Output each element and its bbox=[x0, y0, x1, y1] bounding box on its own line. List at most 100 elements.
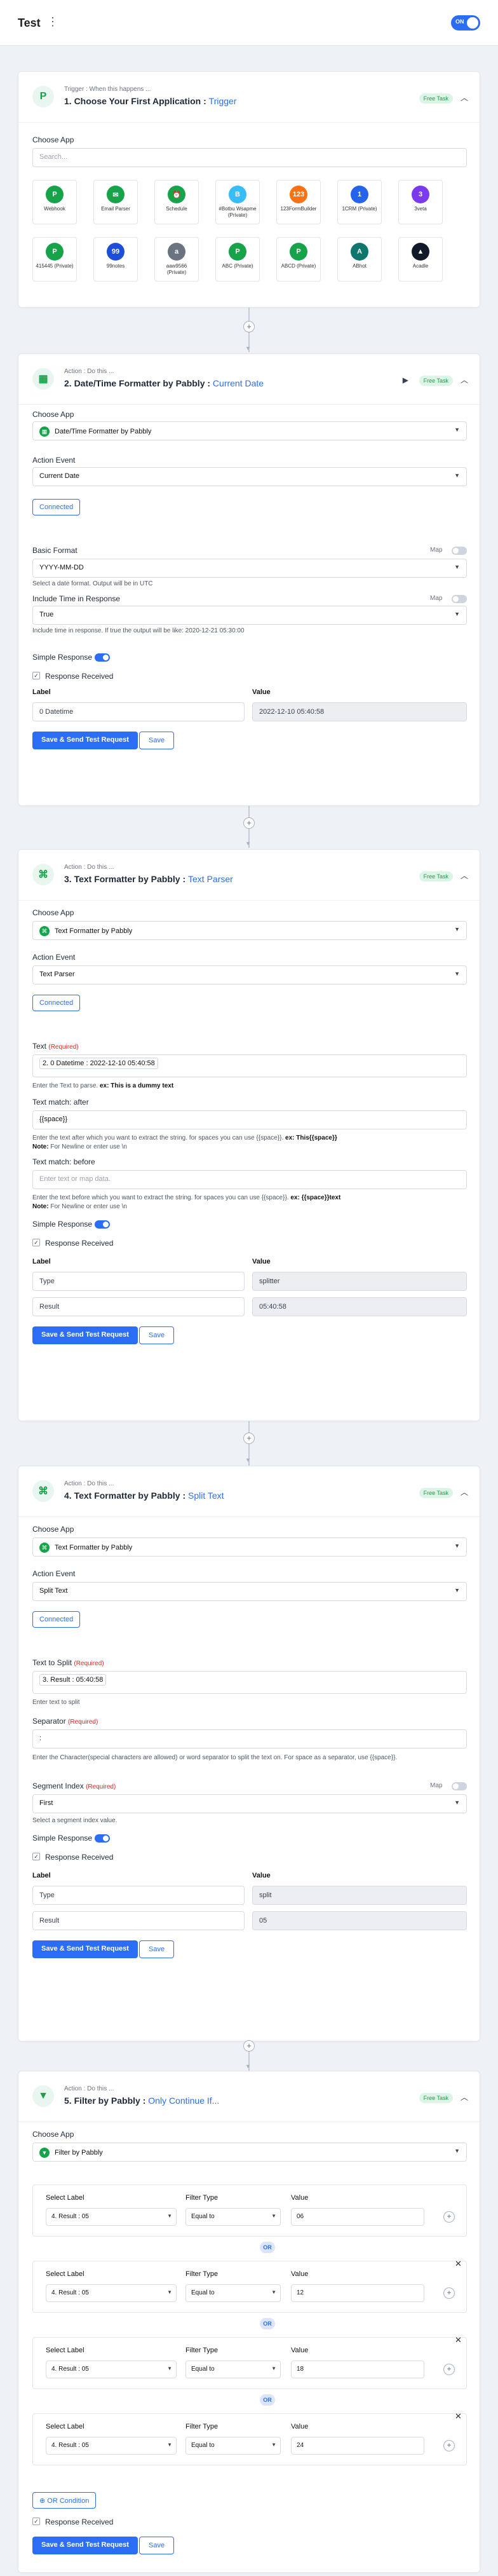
select-label-dropdown[interactable]: 4. Result : 05 ▼ bbox=[46, 2284, 177, 2302]
select-label-dropdown[interactable]: 4. Result : 05 ▼ bbox=[46, 2437, 177, 2455]
app-select[interactable]: ▼ Filter by Pabbly ▼ bbox=[32, 2143, 467, 2162]
video-icon[interactable]: ▶ bbox=[403, 376, 408, 385]
add-step-button[interactable]: + bbox=[243, 321, 255, 332]
action-event-select[interactable]: Text Parser ▼ bbox=[32, 965, 467, 985]
step5-header[interactable]: ▼ Action : Do this ... 5. Filter by Pabb… bbox=[18, 2071, 480, 2122]
app-tile[interactable]: ▲ Acadle bbox=[398, 237, 443, 282]
app-logo-icon: P bbox=[46, 186, 64, 203]
map-label: Map bbox=[430, 595, 443, 602]
save-send-test-button[interactable]: Save & Send Test Request bbox=[32, 1940, 138, 1958]
app-search-input[interactable]: Search... bbox=[32, 148, 467, 167]
app-tile[interactable]: P ABCD (Private) bbox=[276, 237, 321, 282]
free-task-badge: Free Task bbox=[419, 376, 453, 386]
action-event-select[interactable]: Current Date ▼ bbox=[32, 467, 467, 486]
more-menu-icon[interactable]: ⋮ bbox=[47, 15, 58, 29]
save-button[interactable]: Save bbox=[139, 2537, 175, 2554]
simple-response-toggle[interactable] bbox=[95, 1834, 110, 1843]
app-tile[interactable]: P Webhook bbox=[32, 180, 77, 224]
step2-header[interactable]: ▦ Action : Do this ... 2. Date/Time Form… bbox=[18, 354, 480, 405]
before-input[interactable]: Enter text or map data. bbox=[32, 1170, 467, 1189]
collapse-checkbox[interactable]: ✓ bbox=[32, 2518, 40, 2525]
app-select[interactable]: ▦ Date/Time Formatter by Pabbly ▼ bbox=[32, 421, 467, 440]
add-step-button[interactable]: + bbox=[243, 2040, 255, 2052]
caret-down-icon: ▼ bbox=[271, 2289, 276, 2295]
value-input[interactable]: 12 bbox=[291, 2284, 424, 2302]
close-icon[interactable]: ✕ bbox=[455, 2335, 462, 2345]
app-tile[interactable]: 123 123FormBuilder bbox=[276, 180, 321, 224]
close-icon[interactable]: ✕ bbox=[455, 2411, 462, 2422]
collapse-checkbox[interactable]: ✓ bbox=[32, 1853, 40, 1860]
workflow-toggle[interactable]: ON bbox=[451, 15, 480, 31]
save-send-test-button[interactable]: Save & Send Test Request bbox=[32, 2537, 138, 2554]
collapse-checkbox[interactable]: ✓ bbox=[32, 1239, 40, 1246]
map-toggle[interactable] bbox=[452, 547, 467, 555]
chevron-up-icon[interactable]: ︿ bbox=[461, 92, 468, 103]
step-kicker: Action : Do this ... bbox=[64, 864, 114, 871]
step3-header[interactable]: ⌘ Action : Do this ... 3. Text Formatter… bbox=[18, 850, 480, 901]
workflow-title[interactable]: Test bbox=[18, 17, 41, 30]
add-and-condition-button[interactable]: + bbox=[443, 2364, 455, 2375]
save-send-test-button[interactable]: Save & Send Test Request bbox=[32, 1326, 138, 1344]
or-condition-button[interactable]: ⊕ OR Condition bbox=[32, 2492, 97, 2509]
connected-button[interactable]: Connected bbox=[32, 499, 81, 515]
add-step-button[interactable]: + bbox=[243, 817, 255, 829]
action-event-select[interactable]: Split Text ▼ bbox=[32, 1582, 467, 1601]
add-step-button[interactable]: + bbox=[243, 1433, 255, 1444]
connected-button[interactable]: Connected bbox=[32, 1611, 81, 1628]
select-label-dropdown[interactable]: 4. Result : 05 ▼ bbox=[46, 2361, 177, 2378]
select-label-dropdown[interactable]: 4. Result : 05 ▼ bbox=[46, 2208, 177, 2226]
app-select[interactable]: ⌘ Text Formatter by Pabbly ▼ bbox=[32, 921, 467, 940]
save-send-test-button[interactable]: Save & Send Test Request bbox=[32, 732, 138, 749]
save-button[interactable]: Save bbox=[139, 1326, 175, 1344]
separator-label: Separator (Required) bbox=[32, 1717, 98, 1726]
app-tile[interactable]: ✉ Email Parser bbox=[93, 180, 138, 224]
app-name: 1CRM (Private) bbox=[342, 206, 377, 212]
filter-type-dropdown[interactable]: Equal to ▼ bbox=[185, 2208, 281, 2226]
add-and-condition-button[interactable]: + bbox=[443, 2440, 455, 2451]
value-input[interactable]: 06 bbox=[291, 2208, 424, 2226]
filter-type-dropdown[interactable]: Equal to ▼ bbox=[185, 2437, 281, 2455]
app-tile[interactable]: P 415445 (Private) bbox=[32, 237, 77, 282]
value-input[interactable]: 18 bbox=[291, 2361, 424, 2378]
simple-response-toggle[interactable] bbox=[95, 1220, 110, 1229]
map-label: Map bbox=[430, 1782, 443, 1789]
step4-header[interactable]: ⌘ Action : Do this ... 4. Text Formatter… bbox=[18, 1466, 480, 1517]
filter-type-label: Filter Type bbox=[185, 2347, 219, 2354]
collapse-checkbox[interactable]: ✓ bbox=[32, 672, 40, 679]
separator-input[interactable]: : bbox=[32, 1729, 467, 1748]
close-icon[interactable]: ✕ bbox=[455, 2259, 462, 2269]
filter-type-dropdown[interactable]: Equal to ▼ bbox=[185, 2284, 281, 2302]
add-and-condition-button[interactable]: + bbox=[443, 2211, 455, 2223]
connected-button[interactable]: Connected bbox=[32, 995, 81, 1011]
map-toggle[interactable] bbox=[452, 595, 467, 603]
app-tile[interactable]: A ABhot bbox=[337, 237, 382, 282]
save-button[interactable]: Save bbox=[139, 732, 175, 749]
filter-type-dropdown[interactable]: Equal to ▼ bbox=[185, 2361, 281, 2378]
app-tile[interactable]: 99 99notes bbox=[93, 237, 138, 282]
app-tile[interactable]: B #Botbu Wsapme (Private) bbox=[215, 180, 260, 224]
value-input[interactable]: 24 bbox=[291, 2437, 424, 2455]
map-toggle[interactable] bbox=[452, 1782, 467, 1790]
value-label: Value bbox=[291, 2347, 309, 2354]
app-select[interactable]: ⌘ Text Formatter by Pabbly ▼ bbox=[32, 1537, 467, 1557]
app-tile[interactable]: a aaw9566 (Private) bbox=[154, 237, 199, 282]
caret-down-icon: ▼ bbox=[454, 472, 460, 479]
app-tile[interactable]: ⏰ Schedule bbox=[154, 180, 199, 224]
simple-response-toggle[interactable] bbox=[95, 653, 110, 662]
app-tile[interactable]: 1 1CRM (Private) bbox=[337, 180, 382, 224]
chevron-up-icon[interactable]: ︿ bbox=[461, 2092, 468, 2102]
trigger-header[interactable]: P Trigger : When this happens ... 1. Cho… bbox=[18, 72, 480, 123]
app-tile[interactable]: 3 3veta bbox=[398, 180, 443, 224]
chevron-up-icon[interactable]: ︿ bbox=[461, 870, 468, 881]
chevron-up-icon[interactable]: ︿ bbox=[461, 374, 468, 385]
include-time-select[interactable]: True ▼ bbox=[32, 606, 467, 625]
basic-format-select[interactable]: YYYY-MM-DD ▼ bbox=[32, 559, 467, 578]
after-input[interactable]: {{space}} bbox=[32, 1110, 467, 1129]
text-input[interactable]: 2. 0 Datetime : 2022-12-10 05:40:58 bbox=[32, 1054, 467, 1077]
save-button[interactable]: Save bbox=[139, 1940, 175, 1958]
app-tile[interactable]: P ABC (Private) bbox=[215, 237, 260, 282]
add-and-condition-button[interactable]: + bbox=[443, 2287, 455, 2299]
segment-select[interactable]: First ▼ bbox=[32, 1794, 467, 1813]
chevron-up-icon[interactable]: ︿ bbox=[461, 1487, 468, 1497]
split-input[interactable]: 3. Result : 05:40:58 bbox=[32, 1671, 467, 1694]
